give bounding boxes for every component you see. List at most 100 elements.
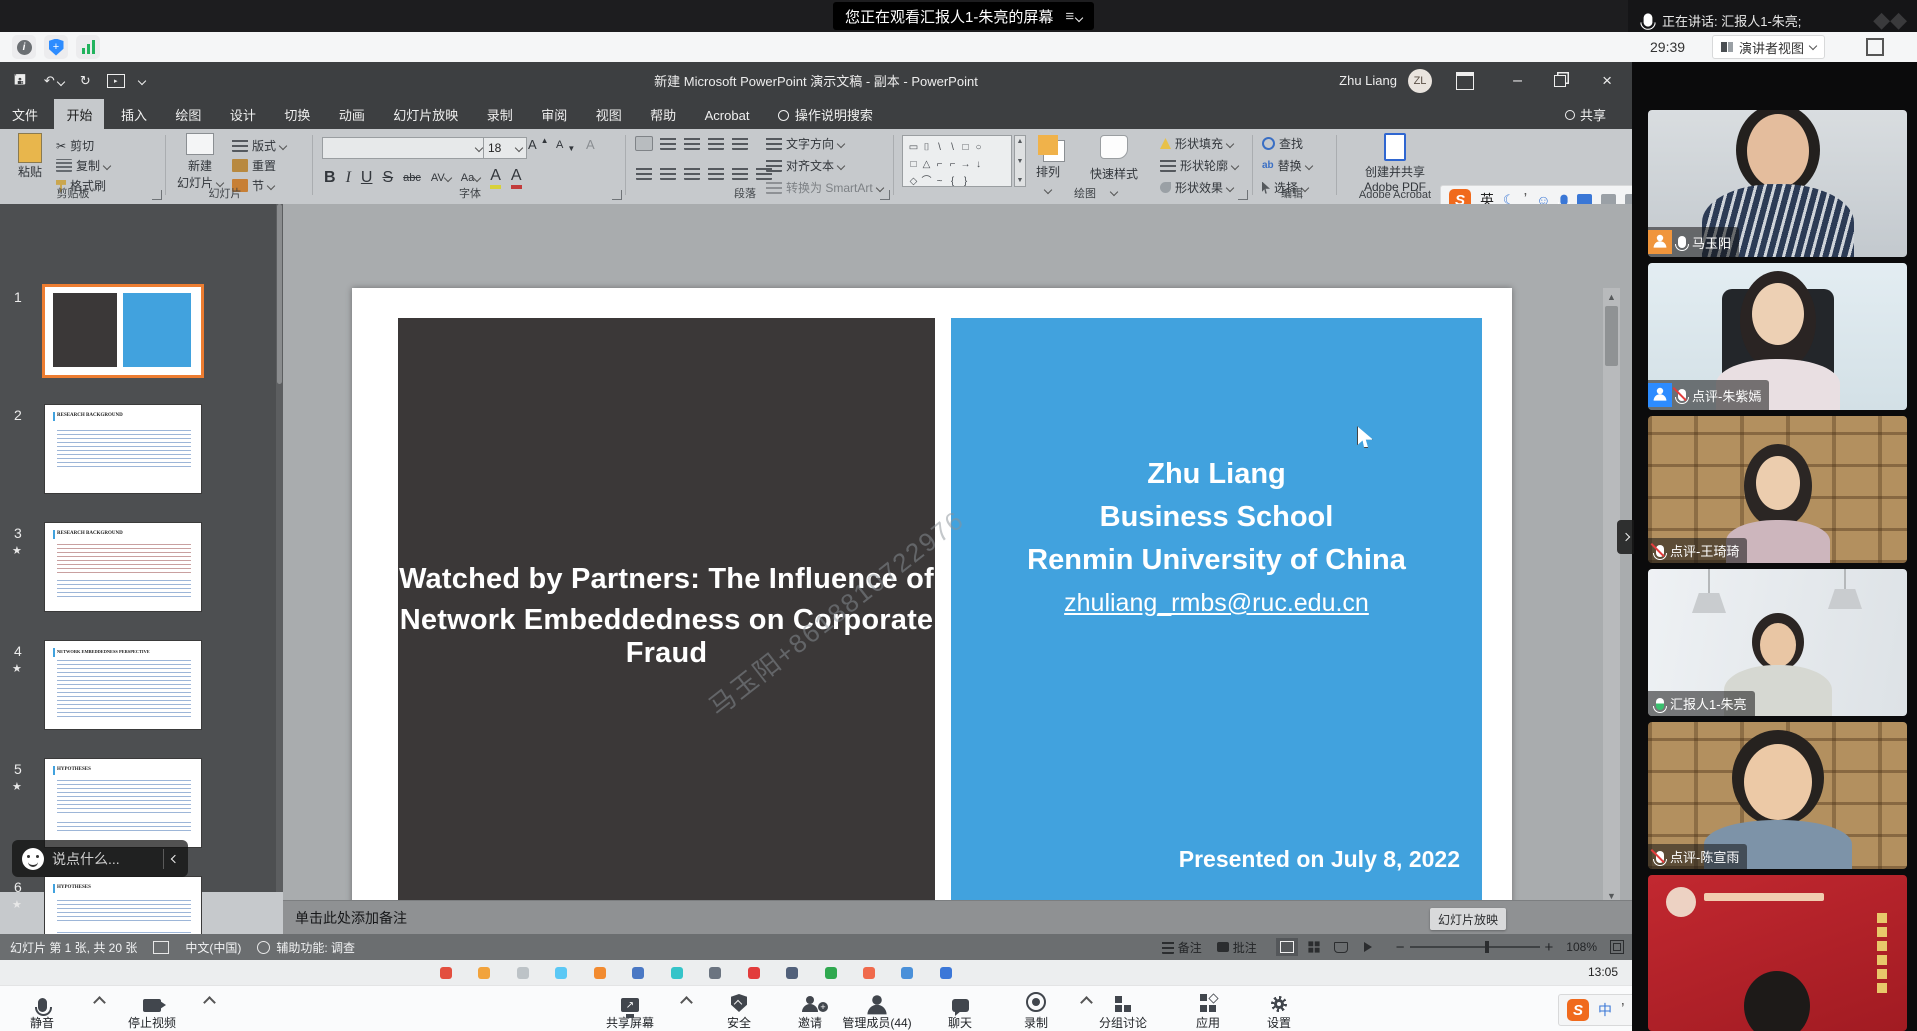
display-settings-icon[interactable] (153, 941, 169, 954)
restore-button[interactable] (1554, 75, 1566, 87)
replace-button[interactable]: ab替换 (1262, 157, 1312, 174)
chat-input-placeholder[interactable]: 说点什么... (52, 849, 120, 869)
tab-slideshow[interactable]: 幻灯片放映 (381, 99, 470, 130)
tab-view[interactable]: 视图 (584, 99, 634, 130)
underline-button[interactable]: U (361, 169, 373, 187)
mute-button[interactable]: 静音 (0, 990, 84, 1031)
paste-button[interactable]: 粘贴 (10, 133, 50, 180)
tab-home[interactable]: 开始 (54, 99, 104, 130)
reset-button[interactable]: 重置 (232, 157, 276, 174)
reading-view-button[interactable] (1330, 938, 1352, 956)
breakout-rooms-button[interactable]: 分组讨论 (1081, 990, 1165, 1031)
start-slideshow-icon[interactable]: ▸ (107, 74, 125, 88)
tab-animations[interactable]: 动画 (327, 99, 377, 130)
slide-thumbnail-2[interactable]: RESEARCH BACKGROUND (45, 405, 201, 493)
tab-draw[interactable]: 绘图 (163, 99, 213, 130)
shapes-gallery-scroll[interactable]: ▲▼▼ (1014, 135, 1026, 187)
grow-font-button[interactable]: A▲ (528, 137, 549, 152)
adobe-pdf-button[interactable]: 创建并共享 Adobe PDF (1350, 133, 1440, 194)
comments-toggle[interactable]: 批注 (1217, 939, 1257, 956)
abc-strike-icon[interactable]: abc (403, 172, 421, 184)
bold-button[interactable]: B (324, 169, 336, 187)
notes-toggle[interactable]: 备注 (1162, 939, 1202, 956)
fullscreen-button[interactable] (1866, 38, 1884, 56)
char-spacing-button[interactable]: AV (431, 172, 451, 184)
tab-acrobat[interactable]: Acrobat (693, 102, 762, 129)
tab-record[interactable]: 录制 (475, 99, 525, 130)
strikethrough-button[interactable]: S (382, 169, 393, 187)
zoom-level[interactable]: 108% (1566, 940, 1597, 954)
align-left-icon[interactable] (636, 167, 652, 180)
tab-insert[interactable]: 插入 (109, 99, 159, 130)
account-name[interactable]: Zhu Liang (1339, 73, 1397, 88)
scrollbar-thumb[interactable] (1605, 306, 1618, 366)
layout-button[interactable]: 版式 (232, 137, 286, 154)
find-button[interactable]: 查找 (1262, 135, 1303, 152)
clear-format-button[interactable]: A (586, 137, 595, 152)
participant-video-tile[interactable] (1648, 875, 1907, 1031)
shape-outline-button[interactable]: 形状轮廓 (1160, 157, 1238, 174)
align-center-icon[interactable] (660, 167, 676, 180)
zoom-slider[interactable] (1410, 946, 1540, 948)
close-button[interactable]: × (1602, 71, 1612, 91)
change-case-button[interactable]: Aa (461, 172, 480, 184)
justify-icon[interactable] (708, 167, 724, 180)
font-color-button[interactable]: A (511, 167, 522, 189)
ime-language-toggle[interactable]: 中 (1598, 1000, 1612, 1020)
shapes-gallery[interactable]: ▭⌷\\□○ □△⌐⌐→↓ ◇⌒~{} (902, 135, 1012, 187)
normal-view-button[interactable] (1276, 938, 1298, 956)
meeting-info-button[interactable]: i (12, 35, 36, 59)
undo-button[interactable]: ↶ (44, 73, 64, 89)
settings-button[interactable]: 设置 (1237, 990, 1321, 1031)
stop-video-button[interactable]: 停止视频 (110, 990, 194, 1031)
banner-menu-icon[interactable]: ≡ (1065, 8, 1082, 25)
security-status-button[interactable]: + (44, 35, 68, 59)
text-direction-button[interactable]: 文字方向 (766, 135, 844, 152)
tab-review[interactable]: 审阅 (529, 99, 579, 130)
drawing-dialog-launcher[interactable] (1238, 190, 1248, 200)
punctuation-icon[interactable]: ’ (1621, 1001, 1625, 1019)
indent-increase-icon[interactable] (708, 137, 724, 150)
participant-video-tile[interactable]: 点评-朱紫嫣 (1648, 263, 1907, 410)
mic-options-caret[interactable] (93, 996, 106, 1009)
collapse-chat-icon[interactable] (171, 854, 179, 862)
record-button[interactable]: 录制 (994, 990, 1078, 1031)
sogou-logo-icon[interactable]: S (1567, 999, 1589, 1021)
share-button[interactable]: 共享 (1553, 99, 1618, 130)
language-status[interactable]: 中文(中国) (185, 939, 241, 956)
slide-vertical-scrollbar[interactable]: ▲ ▼ ⇞ ⇟ (1603, 288, 1620, 944)
sidebar-collapse-handle[interactable] (1617, 520, 1634, 554)
slide-thumbnail-1[interactable] (45, 287, 201, 375)
participant-video-tile[interactable]: 点评-陈宣雨 (1648, 722, 1907, 869)
avatar[interactable]: ZL (1408, 69, 1432, 93)
tab-file[interactable]: 文件 (0, 99, 50, 130)
shape-effects-button[interactable]: 形状效果 (1160, 179, 1233, 196)
participant-video-tile[interactable]: 马玉阳 (1648, 110, 1907, 257)
distribute-icon[interactable] (732, 167, 748, 180)
save-icon[interactable]: 🖪 (14, 69, 26, 93)
redo-button[interactable]: ↻ (80, 73, 91, 89)
align-right-icon[interactable] (684, 167, 700, 180)
thumbnail-panel-scrollbar-thumb[interactable] (277, 204, 282, 384)
line-spacing-icon[interactable] (732, 137, 748, 150)
chat-button[interactable]: 聊天 (918, 990, 1002, 1031)
font-name-combobox[interactable] (322, 137, 487, 159)
ribbon-display-options-icon[interactable] (1456, 72, 1474, 90)
tab-help[interactable]: 帮助 (638, 99, 688, 130)
minimize-button[interactable]: – (1513, 72, 1522, 90)
slide-thumbnail-5[interactable]: HYPOTHESES (45, 759, 201, 847)
video-options-caret[interactable] (203, 996, 216, 1009)
qat-more-icon[interactable] (137, 76, 145, 84)
bullets-icon[interactable] (636, 137, 652, 150)
emoji-icon[interactable] (22, 848, 44, 870)
align-text-button[interactable]: 对齐文本 (766, 157, 844, 174)
tab-design[interactable]: 设计 (218, 99, 268, 130)
zoom-in-button[interactable]: + (1545, 939, 1554, 956)
copy-button[interactable]: 复制 (56, 157, 110, 174)
italic-button[interactable]: I (346, 169, 351, 187)
fit-to-window-icon[interactable] (1610, 940, 1624, 954)
shape-fill-button[interactable]: 形状填充 (1160, 135, 1233, 152)
view-mode-dropdown[interactable]: 演讲者视图 (1712, 35, 1825, 59)
paragraph-dialog-launcher[interactable] (880, 190, 890, 200)
slideshow-chip[interactable]: 幻灯片放映 (1430, 908, 1506, 930)
